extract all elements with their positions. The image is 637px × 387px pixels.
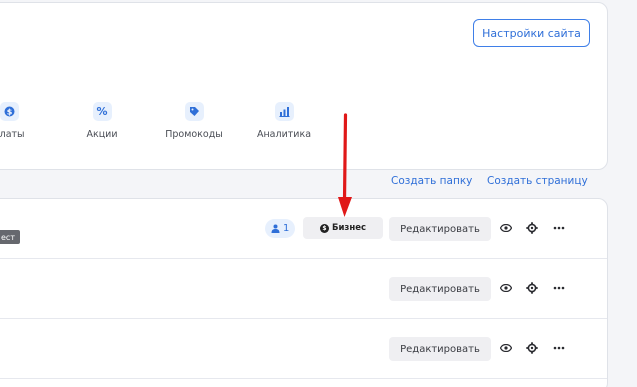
users-badge[interactable]: 1	[265, 219, 296, 238]
edit-button[interactable]: Редактировать	[389, 217, 491, 241]
nav-label-analytics: Аналитика	[256, 129, 312, 140]
gear-icon[interactable]	[524, 279, 540, 297]
gear-icon[interactable]	[524, 339, 540, 357]
create-folder-link[interactable]: Создать папку	[391, 175, 472, 187]
list-item[interactable]: Редактировать	[0, 319, 607, 379]
nav-label-payments: платы	[0, 129, 25, 140]
nav-item-promotions[interactable]: % Акции	[62, 102, 142, 140]
status-badge: ест	[0, 230, 20, 244]
more-icon[interactable]	[551, 279, 567, 297]
plan-badge[interactable]: $ Бизнес	[303, 217, 383, 239]
page: Настройки сайта $ платы % Акции Промокод…	[0, 0, 637, 387]
eye-icon[interactable]	[498, 339, 514, 357]
nav-item-payments[interactable]: $ платы	[0, 102, 49, 140]
percent-icon: %	[92, 102, 112, 121]
plan-label: Бизнес	[331, 223, 367, 233]
more-icon[interactable]	[551, 339, 567, 357]
site-header-panel: Настройки сайта $ платы % Акции Промокод…	[0, 2, 608, 170]
nav-label-promotions: Акции	[86, 129, 118, 140]
site-settings-button[interactable]: Настройки сайта	[473, 19, 590, 47]
annotation-arrow	[338, 113, 352, 217]
pages-list: ест 1 $ Бизнес Редактировать Редактирова…	[0, 198, 608, 387]
dollar-icon: $	[0, 102, 19, 121]
dollar-icon: $	[319, 223, 329, 233]
edit-button[interactable]: Редактировать	[389, 277, 491, 301]
tag-icon	[184, 102, 204, 121]
nav-item-analytics[interactable]: Аналитика	[244, 102, 324, 140]
list-item[interactable]: ест 1 $ Бизнес Редактировать	[0, 199, 607, 259]
users-count: 1	[283, 223, 290, 234]
create-page-link[interactable]: Создать страницу	[487, 175, 588, 187]
edit-button[interactable]: Редактировать	[389, 337, 491, 361]
user-icon	[271, 224, 280, 233]
eye-icon[interactable]	[498, 279, 514, 297]
chart-icon	[274, 102, 294, 121]
svg-text:$: $	[6, 107, 12, 116]
gear-icon[interactable]	[524, 219, 540, 237]
nav-item-promocodes[interactable]: Промокоды	[154, 102, 234, 140]
eye-icon[interactable]	[498, 219, 514, 237]
nav-label-promocodes: Промокоды	[165, 129, 223, 140]
more-icon[interactable]	[551, 219, 567, 237]
list-item[interactable]: Редактировать	[0, 259, 607, 319]
